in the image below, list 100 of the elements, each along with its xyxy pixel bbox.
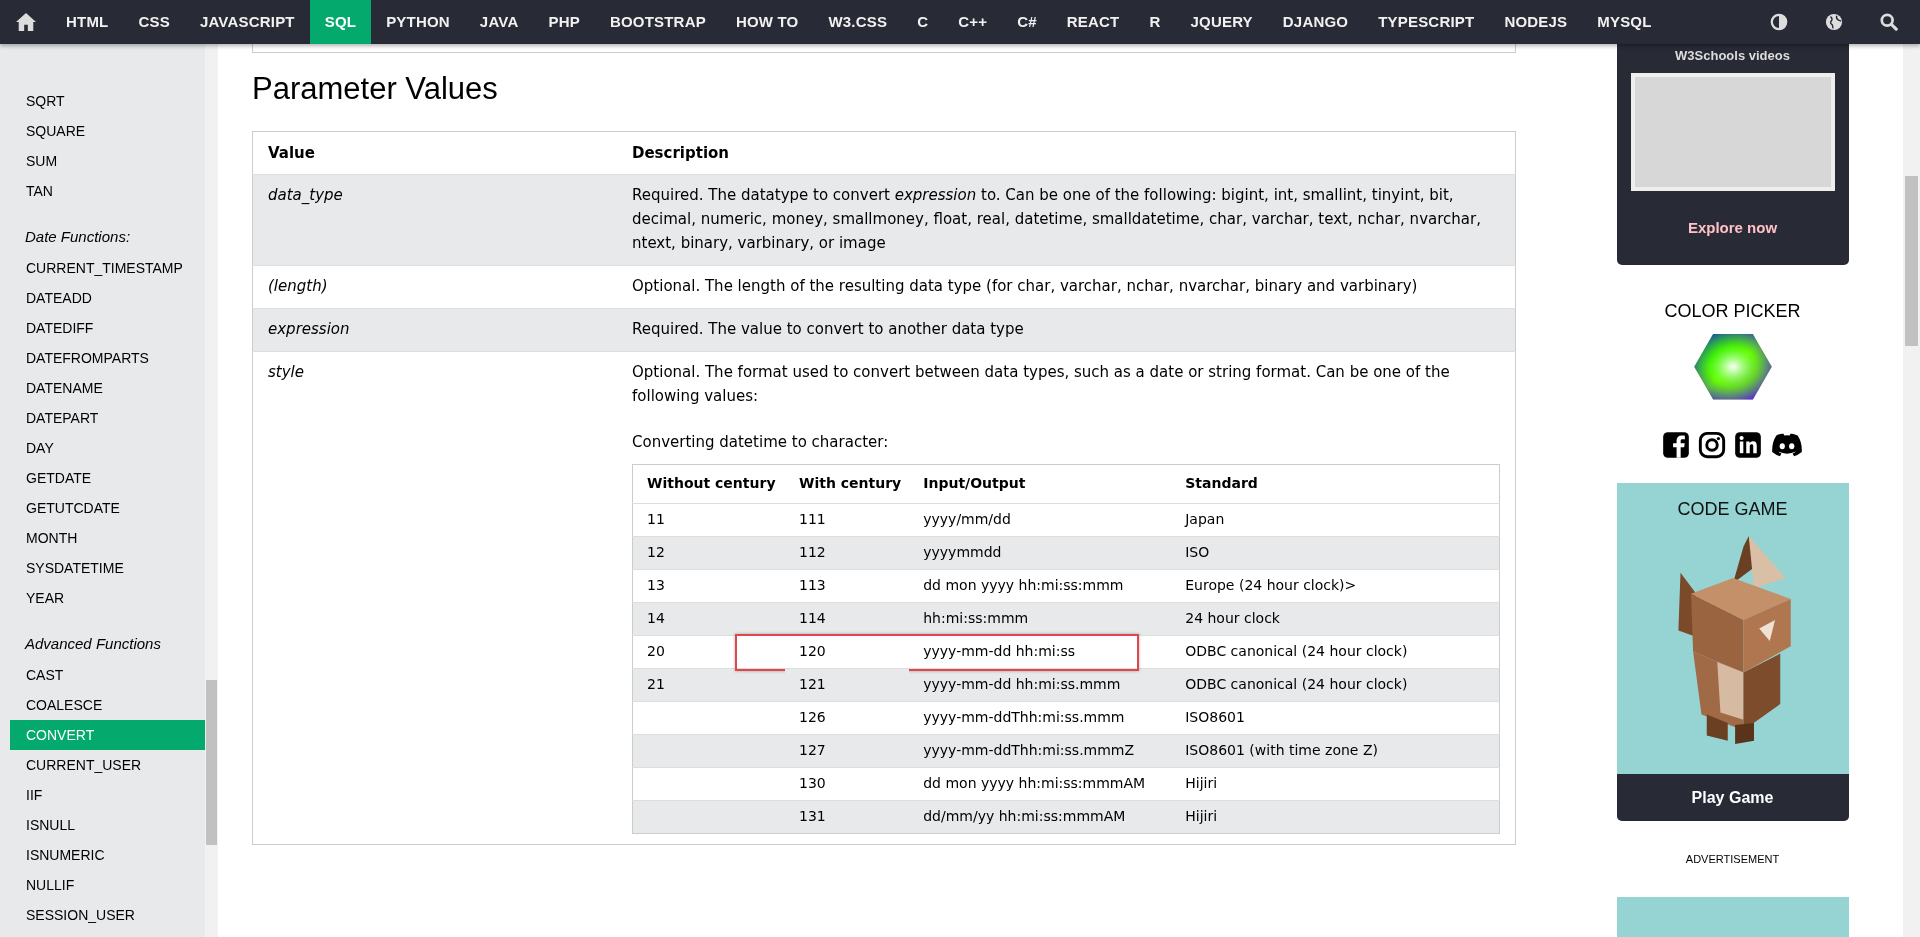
nav-link[interactable]: REACT: [1051, 0, 1135, 44]
nav-link[interactable]: DJANGO: [1267, 0, 1364, 44]
nav-link[interactable]: MYSQL: [1582, 0, 1667, 44]
sidebar-link[interactable]: SQRT: [10, 86, 205, 116]
parameter-description: Required. The datatype to convert expression to. Can be one of the following: bigint, int, smallint, tinyint, bit, decimal, numeric, money, smallmoney, float, real, datetime, smalldatetime, char, varchar, text, nchar, nvarchar, ntext, binary, varbinary, or image: [632, 185, 1482, 254]
instagram-icon[interactable]: [1697, 431, 1726, 460]
table-cell: ISO: [1185, 544, 1210, 560]
scrollbar-thumb[interactable]: [1905, 176, 1918, 346]
sidebar-link[interactable]: TAN: [10, 176, 205, 206]
table-cell: 14: [647, 610, 665, 626]
search-icon[interactable]: [1880, 13, 1898, 31]
sidebar-link[interactable]: DAY: [10, 433, 205, 463]
table-cell: ODBC canonical (24 hour clock): [1185, 676, 1408, 692]
advertisement-label: ADVERTISEMENT: [1685, 853, 1780, 866]
parameter-name: style: [252, 351, 617, 845]
table-cell: yyyy-mm-dd hh:mi:ss.mmm: [923, 676, 1121, 692]
nav-link[interactable]: TYPESCRIPT: [1363, 0, 1490, 44]
column-header: Without century: [632, 464, 785, 504]
column-header: Description: [617, 131, 1516, 175]
subtable-caption: Converting datetime to character:: [632, 432, 890, 453]
table-cell: yyyy-mm-dd hh:mi:ss: [923, 643, 1076, 659]
table-cell: ISO8601 (with time zone Z): [1185, 742, 1378, 758]
table-cell: 112: [799, 544, 826, 560]
nav-link[interactable]: C#: [1002, 0, 1052, 44]
sidebar-link[interactable]: SUM: [10, 146, 205, 176]
table-cell: 121: [799, 676, 826, 692]
video-thumbnail[interactable]: [1630, 73, 1835, 191]
sidebar-link[interactable]: CAST: [10, 660, 205, 690]
nav-link[interactable]: C: [902, 0, 944, 44]
sidebar-link[interactable]: GETDATE: [10, 463, 205, 493]
sidebar-link[interactable]: ISNUMERIC: [10, 840, 205, 870]
table-cell: 131: [799, 808, 826, 824]
nav-link[interactable]: JAVA: [464, 0, 534, 44]
globe-icon[interactable]: [1825, 13, 1843, 31]
table-cell: ISO8601: [1185, 709, 1245, 725]
page-scrollbar[interactable]: [1903, 44, 1920, 937]
nav-link[interactable]: C++: [943, 0, 1003, 44]
table-cell: Hijiri: [1185, 775, 1218, 791]
table-cell: 127: [799, 742, 826, 758]
nav-link[interactable]: PHP: [533, 0, 595, 44]
nav-link[interactable]: HTML: [51, 0, 124, 44]
parameter-name: data_type: [252, 174, 617, 266]
sidebar-link[interactable]: SQUARE: [10, 116, 205, 146]
sidebar-link[interactable]: NULLIF: [10, 870, 205, 900]
sidebar-link[interactable]: SESSION_USER: [10, 900, 205, 930]
sidebar-link[interactable]: DATEADD: [10, 283, 205, 313]
color-hexagon-icon[interactable]: [1692, 331, 1773, 402]
nav-link[interactable]: R: [1134, 0, 1176, 44]
sidebar-heading: Date Functions:: [24, 227, 132, 247]
color-picker-title: COLOR PICKER: [1664, 300, 1801, 322]
sidebar-link[interactable]: CURRENT_USER: [10, 750, 205, 780]
facebook-icon[interactable]: [1661, 431, 1690, 460]
nav-link[interactable]: NODEJS: [1489, 0, 1583, 44]
table-cell: hh:mi:ss:mmm: [923, 610, 1029, 626]
sidebar-link[interactable]: SYSDATETIME: [10, 553, 205, 583]
table-cell: yyyy/mm/dd: [923, 511, 1011, 527]
sidebar-link[interactable]: GETUTCDATE: [10, 493, 205, 523]
table-cell: 126: [799, 709, 826, 725]
explore-link[interactable]: Explore now: [1687, 219, 1778, 236]
sidebar-link[interactable]: ISNULL: [10, 810, 205, 840]
table-cell: Hijiri: [1185, 808, 1218, 824]
nav-link[interactable]: JQUERY: [1175, 0, 1268, 44]
contrast-icon[interactable]: [1770, 13, 1788, 31]
table-cell: dd mon yyyy hh:mi:ss:mmm: [923, 577, 1124, 593]
linkedin-icon[interactable]: [1733, 431, 1762, 460]
sidebar-link[interactable]: IIF: [10, 780, 205, 810]
table-cell: 130: [799, 775, 826, 791]
table-cell: 113: [799, 577, 826, 593]
column-header: Standard: [1171, 464, 1500, 504]
nav-link[interactable]: BOOTSTRAP: [594, 0, 721, 44]
scrollbar-thumb[interactable]: [206, 680, 217, 845]
sidebar-link[interactable]: DATENAME: [10, 373, 205, 403]
sidebar-link[interactable]: DATEDIFF: [10, 313, 205, 343]
table-cell: 13: [647, 577, 665, 593]
nav-link[interactable]: PYTHON: [371, 0, 465, 44]
column-header: With century: [785, 464, 910, 504]
sidebar-link[interactable]: COALESCE: [10, 690, 205, 720]
nav-link[interactable]: CSS: [123, 0, 185, 44]
table-cell: dd mon yyyy hh:mi:ss:mmmAM: [923, 775, 1146, 791]
nav-link[interactable]: HOW TO: [720, 0, 814, 44]
sidebar-link[interactable]: YEAR: [10, 583, 205, 613]
column-header: Input/Output: [909, 464, 1172, 504]
parameter-name: (length): [252, 265, 617, 309]
table-cell: 20: [647, 643, 665, 659]
play-game-button[interactable]: Play Game: [1616, 774, 1849, 822]
sidebar-link[interactable]: DATEFROMPARTS: [10, 343, 205, 373]
sidebar-link[interactable]: MONTH: [10, 523, 205, 553]
table-cell: 12: [647, 544, 665, 560]
sidebar-link[interactable]: CURRENT_TIMESTAMP: [10, 253, 205, 283]
sidebar-link[interactable]: DATEPART: [10, 403, 205, 433]
table-cell: 11: [647, 511, 665, 527]
sidebar-scrollbar[interactable]: [205, 44, 218, 937]
parameter-description: Optional. The format used to convert between data types, such as a date or string format. Can be one of the following values:: [632, 362, 1451, 407]
nav-link[interactable]: W3.CSS: [813, 0, 903, 44]
nav-link[interactable]: JAVASCRIPT: [184, 0, 310, 44]
table-cell: 114: [799, 610, 826, 626]
home-icon[interactable]: [15, 12, 37, 32]
discord-icon[interactable]: [1769, 432, 1804, 459]
table-cell: 120: [799, 643, 826, 659]
table-cell: Japan: [1185, 511, 1225, 527]
